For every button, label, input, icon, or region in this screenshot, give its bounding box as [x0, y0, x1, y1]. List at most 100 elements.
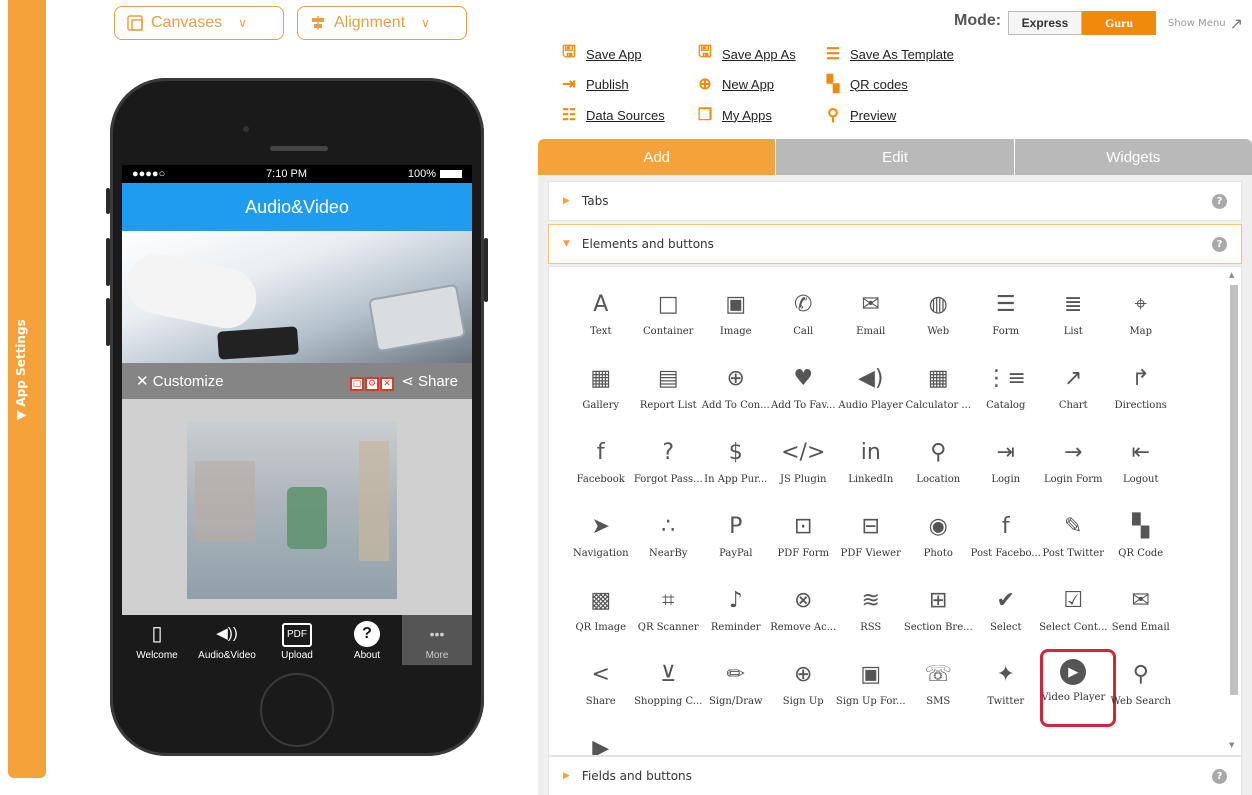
video-player-widget[interactable]: [122, 399, 472, 615]
element-photo[interactable]: ◉ Photo: [905, 499, 973, 573]
help-icon[interactable]: ?: [1212, 237, 1227, 252]
element-qr-image[interactable]: ▩ QR Image: [567, 573, 635, 647]
element-shopping-c[interactable]: ⊻ Shopping C...: [634, 647, 703, 721]
element-label: Call: [793, 326, 814, 337]
element-send-email[interactable]: ✉ Send Email: [1107, 573, 1175, 647]
element-twitter[interactable]: ✦ Twitter: [972, 647, 1040, 721]
element-text[interactable]: A Text: [567, 277, 635, 351]
scrollbar-thumb[interactable]: [1230, 285, 1238, 695]
show-menu-link[interactable]: Show Menu ↗: [1168, 14, 1243, 33]
save-app-as-link[interactable]: 🖫 Save App As: [696, 44, 796, 63]
element-add-to-fav[interactable]: ♥ Add To Fav...: [770, 351, 838, 425]
element-section-bre[interactable]: ⊞ Section Bre...: [904, 573, 973, 647]
save-as-template-link[interactable]: ☰ Save As Template: [824, 45, 954, 63]
publish-link[interactable]: ⇥ Publish: [560, 75, 628, 93]
new-app-link[interactable]: ⊕ New App: [696, 75, 774, 93]
element-logout[interactable]: ⇤ Logout: [1107, 425, 1175, 499]
element-label: Shopping C...: [634, 696, 703, 707]
element-label: LinkedIn: [848, 474, 894, 485]
mode-guru-button[interactable]: Guru: [1082, 11, 1156, 35]
element-form[interactable]: ☰ Form: [972, 277, 1040, 351]
customize-button[interactable]: ✕ Customize: [136, 372, 224, 390]
phone-tab-welcome[interactable]: ▯ Welcome: [122, 615, 192, 665]
close-icon[interactable]: ✕: [380, 377, 394, 391]
element-location[interactable]: ⚲ Location: [905, 425, 973, 499]
element-sms[interactable]: ☏ SMS: [905, 647, 973, 721]
element-container[interactable]: □ Container: [635, 277, 703, 351]
element-web[interactable]: ◍ Web: [905, 277, 973, 351]
section-fields[interactable]: ▶ Fields and buttons ?: [548, 756, 1242, 795]
save-app-link[interactable]: 🖫 Save App: [560, 44, 641, 63]
element-sign-draw[interactable]: ✏ Sign/Draw: [702, 647, 770, 721]
tab-widgets[interactable]: Widgets: [1013, 139, 1252, 175]
alignment-dropdown[interactable]: Alignment ∨: [297, 6, 467, 40]
mode-label: Mode:: [954, 12, 1002, 29]
element-catalog[interactable]: ⋮≡ Catalog: [972, 351, 1040, 425]
element-web-search[interactable]: ⚲ Web Search: [1107, 647, 1175, 721]
phone-tab-upload[interactable]: PDF Upload: [262, 615, 332, 665]
element-pdf-form[interactable]: ⊡ PDF Form: [770, 499, 838, 573]
element-select-cont[interactable]: ☑ Select Cont...: [1039, 573, 1107, 647]
app-settings-strip[interactable]: ▼ App Settings: [8, 0, 46, 778]
element-sign-up-for[interactable]: ▣ Sign Up For...: [836, 647, 906, 721]
canvases-dropdown[interactable]: Canvases ∨: [114, 6, 284, 40]
data-sources-link[interactable]: ☷ Data Sources: [560, 106, 665, 124]
element-map[interactable]: ⌖ Map: [1107, 277, 1175, 351]
preview-link[interactable]: ⚲ Preview: [824, 106, 896, 124]
element-call[interactable]: ✆ Call: [770, 277, 838, 351]
element-audio-player[interactable]: ◀) Audio Player: [837, 351, 905, 425]
element-email[interactable]: ✉ Email: [837, 277, 905, 351]
element-more-element[interactable]: ▶: [567, 721, 635, 756]
section-tabs[interactable]: ▶ Tabs ?: [548, 181, 1242, 221]
element-gallery[interactable]: ▦ Gallery: [567, 351, 635, 425]
element-reminder[interactable]: ♪ Reminder: [702, 573, 770, 647]
element-navigation[interactable]: ➤ Navigation: [567, 499, 635, 573]
element-select[interactable]: ✔ Select: [972, 573, 1040, 647]
element-chart[interactable]: ↗ Chart: [1040, 351, 1108, 425]
share-button[interactable]: ⋖ Share: [401, 372, 458, 390]
tab-edit[interactable]: Edit: [775, 139, 1014, 175]
mode-express-button[interactable]: Express: [1008, 11, 1082, 35]
element-js-plugin[interactable]: </> JS Plugin: [770, 425, 838, 499]
template-icon: ☰: [825, 46, 841, 63]
help-icon[interactable]: ?: [1212, 194, 1227, 209]
element-post-facebo[interactable]: f Post Facebo...: [971, 499, 1041, 573]
element-forgot-pass[interactable]: ? Forgot Pass...: [634, 425, 703, 499]
element-video-player[interactable]: ▶ Video Player: [1039, 647, 1115, 727]
scroll-down-icon[interactable]: ▼: [1229, 741, 1234, 749]
element-qr-code[interactable]: ▚ QR Code: [1107, 499, 1175, 573]
element-login[interactable]: ⇥ Login: [972, 425, 1040, 499]
phone-tab-about[interactable]: ? About: [332, 615, 402, 665]
element-sign-up[interactable]: ⊕ Sign Up: [770, 647, 838, 721]
qr-codes-link[interactable]: ▚ QR codes: [824, 75, 908, 93]
copy-icon[interactable]: ▢: [350, 377, 364, 391]
element-report-list[interactable]: ▤ Report List: [635, 351, 703, 425]
element-remove-ac[interactable]: ⊗ Remove Ac...: [770, 573, 838, 647]
element-calculator[interactable]: ▦ Calculator ...: [905, 351, 973, 425]
element-pdf-viewer[interactable]: ⊟ PDF Viewer: [837, 499, 905, 573]
element-paypal[interactable]: P PayPal: [702, 499, 770, 573]
element-directions[interactable]: ↱ Directions: [1107, 351, 1175, 425]
element-nearby[interactable]: ∴ NearBy: [635, 499, 703, 573]
element-in-app-pur[interactable]: $ In App Pur...: [702, 425, 770, 499]
scrollbar[interactable]: ▲ ▼: [1229, 271, 1239, 749]
location-icon: ⚲: [930, 439, 947, 465]
help-icon[interactable]: ?: [1212, 769, 1227, 784]
element-image[interactable]: ▣ Image: [702, 277, 770, 351]
element-list[interactable]: ≣ List: [1040, 277, 1108, 351]
element-add-to-con[interactable]: ⊕ Add To Con...: [702, 351, 770, 425]
phone-tab-more[interactable]: ••• More: [402, 615, 472, 665]
phone-tab-audio-video[interactable]: ◀)) Audio&Video: [192, 615, 262, 665]
settings-icon[interactable]: ⚙: [365, 377, 379, 391]
my-apps-link[interactable]: ❐ My Apps: [696, 106, 772, 124]
section-elements[interactable]: ▼ Elements and buttons ?: [548, 224, 1242, 264]
element-login-form[interactable]: → Login Form: [1040, 425, 1108, 499]
tab-add[interactable]: Add: [538, 139, 776, 175]
element-post-twitter[interactable]: ✎ Post Twitter: [1040, 499, 1108, 573]
element-qr-scanner[interactable]: ⌗ QR Scanner: [635, 573, 703, 647]
element-linkedin[interactable]: in LinkedIn: [837, 425, 905, 499]
element-share[interactable]: < Share: [567, 647, 635, 721]
element-rss[interactable]: ≋ RSS: [837, 573, 905, 647]
element-facebook[interactable]: f Facebook: [567, 425, 635, 499]
scroll-up-icon[interactable]: ▲: [1229, 271, 1234, 279]
